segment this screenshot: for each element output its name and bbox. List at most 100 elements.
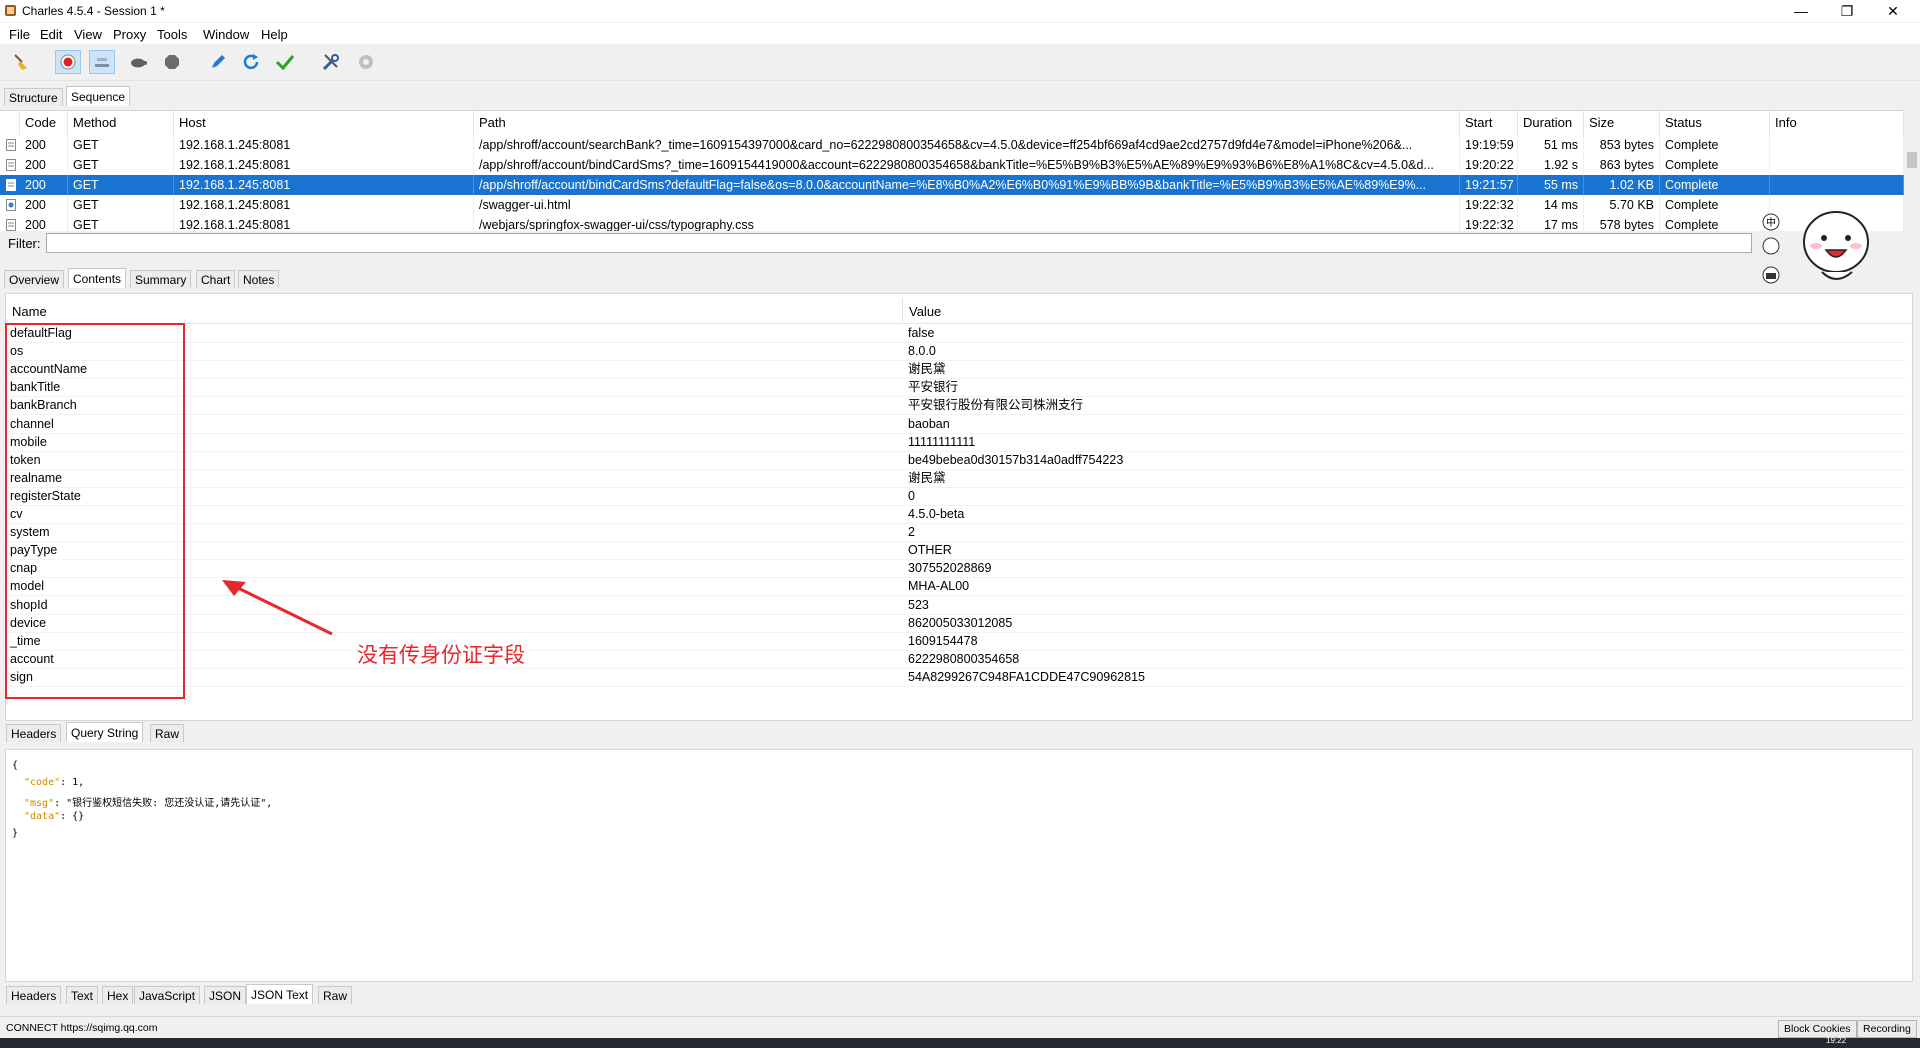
param-value: 4.5.0-beta xyxy=(908,507,965,521)
param-value: 谢民黛 xyxy=(908,362,946,377)
cell-method: GET xyxy=(68,215,174,231)
pen-icon[interactable] xyxy=(205,50,231,74)
param-row[interactable]: payType OTHER xyxy=(6,541,1906,561)
menu-bar: File Edit View Proxy Tools Window Help xyxy=(0,23,1920,44)
tab-response-headers[interactable]: Headers xyxy=(6,986,62,1004)
tab-structure[interactable]: Structure xyxy=(4,88,63,106)
table-row[interactable]: 200 GET 192.168.1.245:8081/app/shroff/acco… xyxy=(0,155,1904,175)
json-line: { xyxy=(12,760,19,771)
tab-request-raw[interactable]: Raw xyxy=(150,724,185,742)
tab-request-headers[interactable]: Headers xyxy=(6,724,62,742)
record-icon[interactable] xyxy=(55,50,81,74)
param-row[interactable]: bankBranch 平安银行股份有限公司株洲支行 xyxy=(6,396,1906,416)
tab-javascript[interactable]: JavaScript xyxy=(134,986,201,1004)
param-row[interactable]: system 2 xyxy=(6,523,1906,543)
menu-edit[interactable]: Edit xyxy=(40,27,62,42)
cell-start: 19:19:59 xyxy=(1460,135,1518,155)
param-row[interactable]: cnap 307552028869 xyxy=(6,559,1906,579)
header-start[interactable]: Start xyxy=(1460,111,1518,135)
cell-status: Complete xyxy=(1660,215,1770,231)
column-value-header[interactable]: Value xyxy=(909,304,941,322)
maximize-button[interactable]: ❐ xyxy=(1824,0,1870,22)
title-bar: Charles 4.5.4 - Session 1 * — ❐ ✕ xyxy=(0,0,1920,22)
tab-overview[interactable]: Overview xyxy=(4,270,65,288)
header-duration[interactable]: Duration xyxy=(1518,111,1584,135)
check-icon[interactable] xyxy=(272,50,298,74)
param-row[interactable]: registerState 0 xyxy=(6,487,1906,506)
param-value: 2 xyxy=(908,525,915,540)
table-row[interactable]: 200 GET 192.168.1.245:8081/webjars/springf… xyxy=(0,215,1904,231)
header-size[interactable]: Size xyxy=(1584,111,1660,135)
broom-icon[interactable] xyxy=(8,50,34,74)
cell-method: GET xyxy=(68,175,174,195)
turtle-icon[interactable] xyxy=(125,50,151,74)
document-icon xyxy=(6,159,16,171)
param-row[interactable]: account 6222980800354658 xyxy=(6,650,1906,669)
param-row[interactable]: token be49bebea0d30157b314a0adff754223 xyxy=(6,451,1906,470)
column-name-header[interactable]: Name xyxy=(12,304,47,322)
tab-hex[interactable]: Hex xyxy=(102,986,134,1004)
param-row[interactable]: accountName 谢民黛 xyxy=(6,360,1906,380)
tab-sequence[interactable]: Sequence xyxy=(66,86,131,106)
cell-size: 578 bytes xyxy=(1584,215,1660,231)
sequence-scrollbar[interactable] xyxy=(1904,110,1920,230)
cell-start: 19:21:57 xyxy=(1460,175,1518,195)
param-row[interactable]: channel baoban xyxy=(6,415,1906,434)
cell-path: /app/shroff/account/searchBank?_time=160… xyxy=(474,135,1460,155)
header-method[interactable]: Method xyxy=(68,111,174,135)
menu-view[interactable]: View xyxy=(74,27,102,42)
menu-proxy[interactable]: Proxy xyxy=(113,27,146,42)
param-row[interactable]: sign 54A8299267C948FA1CDDE47C90962815 xyxy=(6,668,1906,687)
throttle-icon[interactable] xyxy=(89,50,115,74)
tools-icon[interactable] xyxy=(318,50,344,74)
refresh-icon[interactable] xyxy=(238,50,264,74)
cell-start: 19:22:32 xyxy=(1460,195,1518,215)
recording-button[interactable]: Recording xyxy=(1857,1020,1917,1038)
menu-window[interactable]: Window xyxy=(203,27,249,42)
table-row[interactable]: 200 GET 192.168.1.245:8081/app/shroff/acco… xyxy=(0,135,1904,155)
tab-notes[interactable]: Notes xyxy=(238,270,280,288)
param-row[interactable]: os 8.0.0 xyxy=(6,342,1906,362)
param-row[interactable]: bankTitle 平安银行 xyxy=(6,378,1906,398)
tab-summary[interactable]: Summary xyxy=(130,270,192,288)
param-row[interactable]: realname 谢民黛 xyxy=(6,469,1906,488)
param-row[interactable]: defaultFlag false xyxy=(6,324,1906,343)
settings-icon[interactable] xyxy=(353,50,379,74)
menu-tools[interactable]: Tools xyxy=(157,27,187,42)
annotation-highlight-box xyxy=(5,323,185,699)
param-row[interactable]: cv 4.5.0-beta xyxy=(6,505,1906,524)
param-row[interactable]: mobile 11111111111 xyxy=(6,433,1906,452)
tab-query-string[interactable]: Query String xyxy=(66,722,144,742)
tab-response-raw[interactable]: Raw xyxy=(318,986,353,1004)
tab-json[interactable]: JSON xyxy=(204,986,247,1004)
header-status[interactable]: Status xyxy=(1660,111,1770,135)
table-row[interactable]: 200 GET 192.168.1.245:8081/swagger-ui.html… xyxy=(0,195,1904,215)
response-body[interactable]: { "code": 1, "msg": "银行鉴权短信失败: 您还没认证,请先认… xyxy=(5,749,1913,982)
sequence-table: Code Method Host Path Start Duration Siz… xyxy=(0,110,1904,231)
cell-status: Complete xyxy=(1660,175,1770,195)
header-host[interactable]: Host xyxy=(174,111,474,135)
tab-json-text[interactable]: JSON Text xyxy=(246,984,314,1004)
param-value: 862005033012085 xyxy=(908,615,1013,630)
cell-size: 863 bytes xyxy=(1584,155,1660,175)
close-button[interactable]: ✕ xyxy=(1870,0,1916,22)
cell-code: 200 xyxy=(20,215,68,231)
header-info[interactable]: Info xyxy=(1770,111,1904,135)
cell-start: 19:22:32 xyxy=(1460,215,1518,231)
table-row[interactable]: 200 GET 192.168.1.245:8081/app/shroff/acco… xyxy=(0,175,1904,195)
header-code[interactable]: Code xyxy=(20,111,68,135)
header-path[interactable]: Path xyxy=(474,111,1460,135)
stop-icon[interactable] xyxy=(159,50,185,74)
filter-input[interactable] xyxy=(46,233,1752,253)
tab-chart[interactable]: Chart xyxy=(196,270,236,288)
header-icon-col xyxy=(0,111,20,135)
menu-file[interactable]: File xyxy=(9,27,30,42)
tab-text[interactable]: Text xyxy=(66,986,99,1004)
cell-info xyxy=(1770,155,1904,175)
param-value: 54A8299267C948FA1CDDE47C90962815 xyxy=(908,669,1145,684)
scrollbar-thumb[interactable] xyxy=(1907,152,1917,168)
tab-contents[interactable]: Contents xyxy=(68,268,127,288)
taskbar-clock: 19:22 xyxy=(1826,1036,1847,1045)
menu-help[interactable]: Help xyxy=(261,27,288,42)
minimize-button[interactable]: — xyxy=(1778,0,1824,22)
